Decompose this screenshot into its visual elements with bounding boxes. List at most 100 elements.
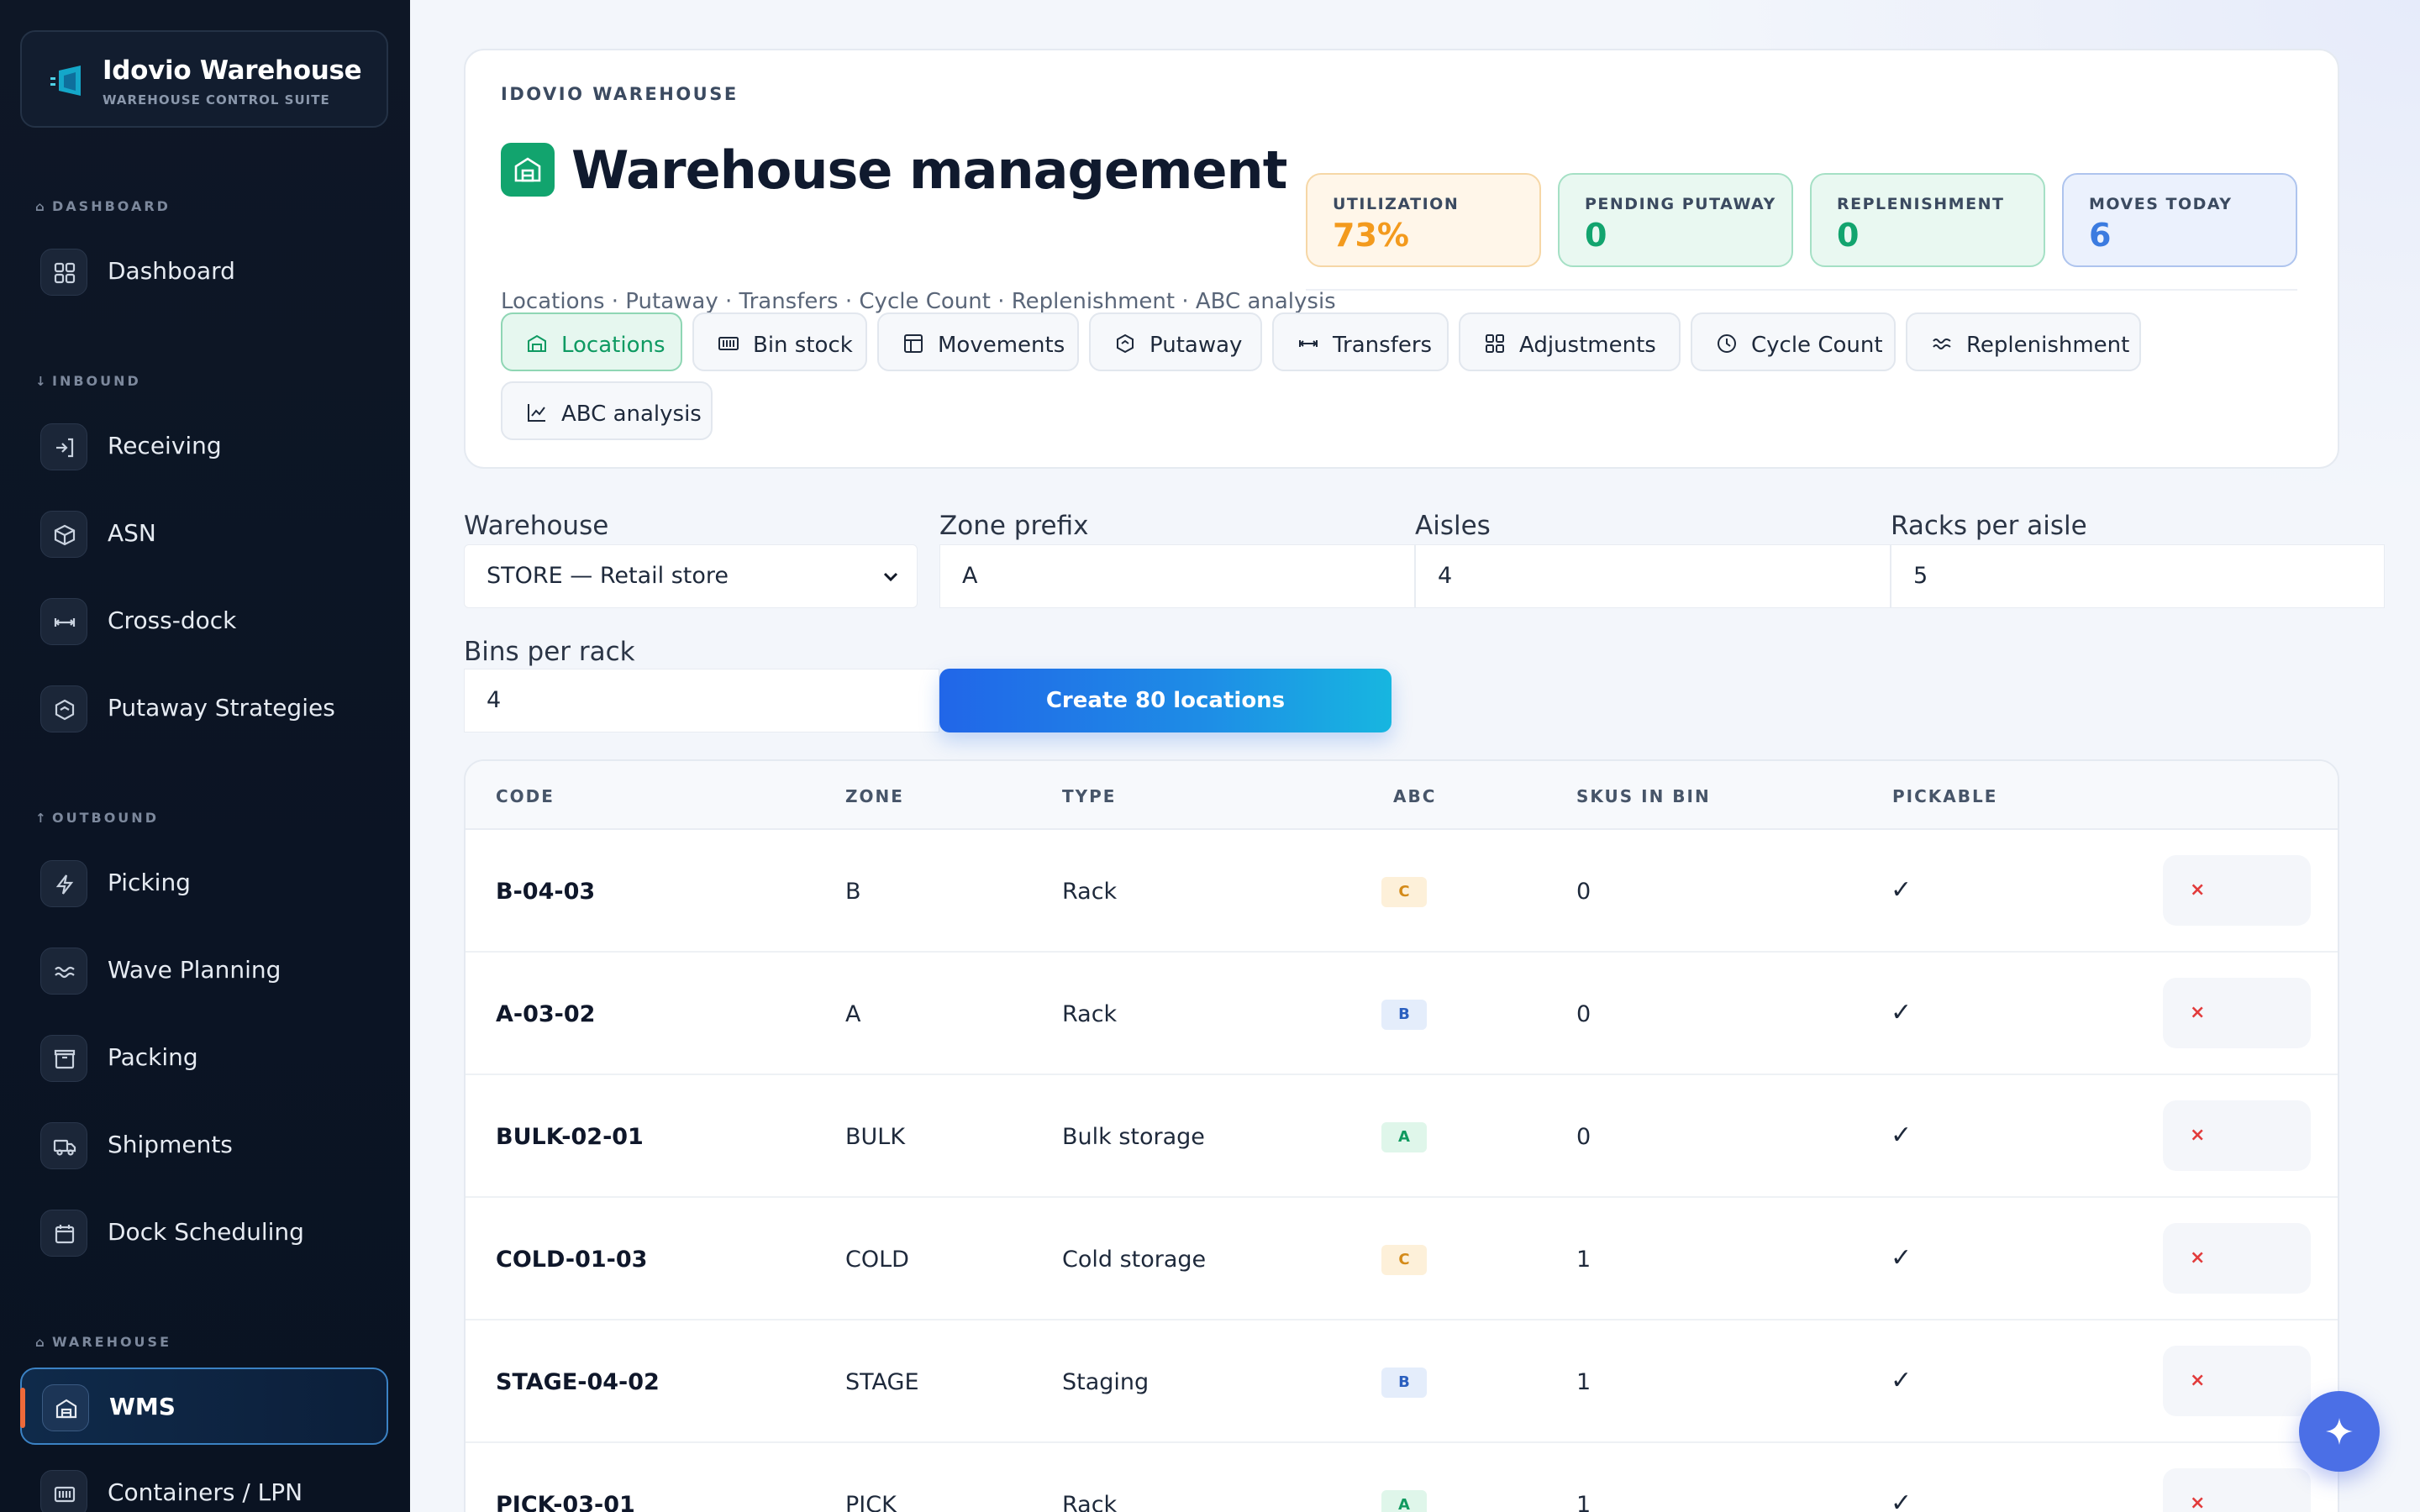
tab-transfers[interactable]: Transfers bbox=[1272, 312, 1449, 371]
table-row[interactable]: STAGE-04-02 STAGE Staging B 1 ✓ × bbox=[466, 1320, 2338, 1443]
locations-table: CODE ZONE TYPE ABC SKUS IN BIN PICKABLE … bbox=[464, 759, 2339, 1512]
sidebar-item-dock-scheduling[interactable]: Dock Scheduling bbox=[20, 1194, 388, 1272]
check-icon: ✓ bbox=[1891, 1488, 1912, 1512]
tab-label: Movements bbox=[938, 333, 1065, 358]
create-locations-button[interactable]: Create 80 locations bbox=[939, 669, 1392, 732]
chevron-down-icon bbox=[883, 572, 898, 582]
column-header-abc[interactable]: ABC bbox=[1393, 786, 1436, 806]
table-header: CODE ZONE TYPE ABC SKUS IN BIN PICKABLE bbox=[466, 761, 2338, 830]
delete-button[interactable]: × bbox=[2163, 1468, 2311, 1512]
cell-code: BULK-02-01 bbox=[496, 1124, 644, 1150]
kpi-value: 0 bbox=[1837, 217, 1860, 254]
sidebar-item-wms[interactable]: WMS bbox=[20, 1368, 388, 1445]
bins-per-rack-label: Bins per rack bbox=[464, 637, 635, 667]
sidebar-item-packing[interactable]: Packing bbox=[20, 1020, 388, 1097]
kpi-value: 73% bbox=[1333, 217, 1409, 254]
sidebar-item-label: ASN bbox=[108, 519, 156, 547]
column-header-skus-in-bin[interactable]: SKUS IN BIN bbox=[1576, 786, 1711, 806]
sidebar-item-putaway-strategies[interactable]: Putaway Strategies bbox=[20, 670, 388, 748]
check-icon: ✓ bbox=[1891, 998, 1912, 1027]
sidebar-item-shipments[interactable]: Shipments bbox=[20, 1107, 388, 1184]
sidebar-item-asn[interactable]: ASN bbox=[20, 496, 388, 573]
arrows-icon bbox=[1299, 340, 1318, 347]
cell-code: PICK-03-01 bbox=[496, 1492, 635, 1512]
table-row[interactable]: A-03-02 A Rack B 0 ✓ × bbox=[466, 953, 2338, 1075]
kpi-label: PENDING PUTAWAY bbox=[1585, 195, 1776, 213]
delete-button[interactable]: × bbox=[2163, 1346, 2311, 1416]
arrow-down-icon: ↓ bbox=[35, 374, 49, 389]
tab-locations[interactable]: Locations bbox=[501, 312, 682, 371]
section-inbound: ↓ INBOUND bbox=[35, 373, 141, 389]
sidebar-item-wave-planning[interactable]: Wave Planning bbox=[20, 932, 388, 1010]
brand-card[interactable]: Idovio Warehouse WAREHOUSE CONTROL SUITE bbox=[20, 30, 388, 128]
kpi-moves-today: MOVES TODAY 6 bbox=[2062, 173, 2297, 267]
tab-bin-stock[interactable]: Bin stock bbox=[692, 312, 867, 371]
sidebar-item-dashboard[interactable]: Dashboard bbox=[20, 234, 388, 311]
grid-icon bbox=[1486, 334, 1504, 353]
check-icon: ✓ bbox=[1891, 1366, 1912, 1395]
assistant-fab[interactable] bbox=[2299, 1391, 2380, 1472]
warehouse-icon bbox=[528, 334, 546, 352]
delete-button[interactable]: × bbox=[2163, 978, 2311, 1048]
kpi-pending-putaway: PENDING PUTAWAY 0 bbox=[1558, 173, 1793, 267]
delete-button[interactable]: × bbox=[2163, 1223, 2311, 1294]
warehouse-select-value: STORE — Retail store bbox=[487, 563, 729, 589]
sidebar-item-label: Dashboard bbox=[108, 257, 235, 285]
tab-label: Adjustments bbox=[1519, 333, 1656, 358]
eyebrow: IDOVIO WAREHOUSE bbox=[501, 84, 739, 104]
truck-icon bbox=[40, 1122, 87, 1169]
column-header-zone[interactable]: ZONE bbox=[845, 786, 904, 806]
kpi-label: MOVES TODAY bbox=[2089, 195, 2233, 213]
sidebar-item-picking[interactable]: Picking bbox=[20, 845, 388, 922]
check-icon: ✓ bbox=[1891, 1243, 1912, 1273]
table-row[interactable]: COLD-01-03 COLD Cold storage C 1 ✓ × bbox=[466, 1198, 2338, 1320]
tab-movements[interactable]: Movements bbox=[877, 312, 1079, 371]
column-header-type[interactable]: TYPE bbox=[1062, 786, 1116, 806]
package-icon bbox=[40, 1035, 87, 1082]
sidebar-item-label: Putaway Strategies bbox=[108, 694, 335, 722]
delete-button[interactable]: × bbox=[2163, 855, 2311, 926]
sidebar-item-containers-lpn[interactable]: Containers / LPN bbox=[20, 1455, 388, 1512]
column-header-pickable[interactable]: PICKABLE bbox=[1892, 786, 1997, 806]
cell-zone: B bbox=[845, 879, 861, 905]
box-icon bbox=[40, 511, 87, 558]
sidebar-item-receiving[interactable]: Receiving bbox=[20, 408, 388, 486]
kpi-utilization: UTILIZATION 73% bbox=[1306, 173, 1541, 267]
warehouse-select[interactable]: STORE — Retail store bbox=[464, 544, 918, 608]
aisles-input[interactable]: 4 bbox=[1415, 544, 1891, 608]
sidebar-item-cross-dock[interactable]: Cross-dock bbox=[20, 583, 388, 660]
tab-cycle-count[interactable]: Cycle Count bbox=[1691, 312, 1896, 371]
delete-button[interactable]: × bbox=[2163, 1100, 2311, 1171]
tab-label: Bin stock bbox=[753, 333, 853, 358]
hexagon-icon bbox=[1117, 333, 1134, 354]
section-outbound: ↑ OUTBOUND bbox=[35, 810, 159, 826]
barcode-icon bbox=[718, 337, 739, 350]
tab-abc-analysis[interactable]: ABC analysis bbox=[501, 381, 713, 440]
brand-title: Idovio Warehouse bbox=[103, 55, 362, 86]
arrow-up-icon: ↑ bbox=[35, 811, 49, 826]
cell-type: Staging bbox=[1062, 1369, 1150, 1395]
column-header-code[interactable]: CODE bbox=[496, 786, 555, 806]
header-divider bbox=[1306, 289, 2297, 291]
abc-badge: A bbox=[1381, 1490, 1427, 1512]
calendar-icon bbox=[40, 1210, 87, 1257]
tab-adjustments[interactable]: Adjustments bbox=[1459, 312, 1681, 371]
cell-type: Rack bbox=[1062, 879, 1118, 905]
cell-zone: PICK bbox=[845, 1492, 897, 1512]
barcode-icon bbox=[40, 1470, 87, 1512]
tab-replenishment[interactable]: Replenishment bbox=[1906, 312, 2141, 371]
login-icon bbox=[40, 423, 87, 470]
table-row[interactable]: B-04-03 B Rack C 0 ✓ × bbox=[466, 830, 2338, 953]
cell-code: COLD-01-03 bbox=[496, 1247, 648, 1273]
cell-zone: STAGE bbox=[845, 1369, 919, 1395]
cell-zone: A bbox=[845, 1001, 861, 1027]
racks-per-aisle-input[interactable]: 5 bbox=[1891, 544, 2385, 608]
racks-per-aisle-label: Racks per aisle bbox=[1891, 511, 2087, 541]
table-row[interactable]: BULK-02-01 BULK Bulk storage A 0 ✓ × bbox=[466, 1075, 2338, 1198]
abc-badge: B bbox=[1381, 1368, 1427, 1398]
table-row[interactable]: PICK-03-01 PICK Rack A 1 ✓ × bbox=[466, 1443, 2338, 1512]
tab-putaway[interactable]: Putaway bbox=[1089, 312, 1262, 371]
bins-per-rack-input[interactable]: 4 bbox=[464, 669, 939, 732]
tab-label: ABC analysis bbox=[561, 402, 702, 427]
zone-prefix-input[interactable]: A bbox=[939, 544, 1415, 608]
